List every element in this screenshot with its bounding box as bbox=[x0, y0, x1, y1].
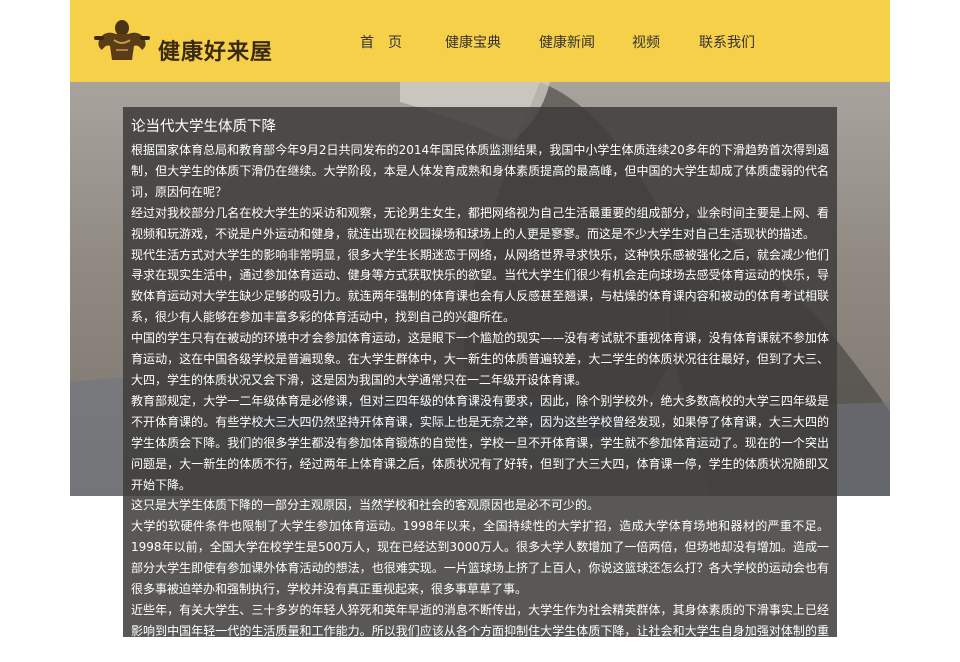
article-paragraph: 中国的学生只有在被动的环境中才会参加体育运动，这是眼下一个尴尬的现实——没有考试… bbox=[131, 331, 829, 387]
article-paragraph: 根据国家体育总局和教育部今年9月2日共同发布的2014年国民体质监测结果，我国中… bbox=[131, 143, 829, 199]
site-header: 健康好来屋 首 页 健康宝典 健康新闻 视频 联系我们 bbox=[70, 0, 890, 82]
nav-item-health-guide[interactable]: 健康宝典 bbox=[445, 32, 501, 52]
logo-text: 健康好来屋 bbox=[158, 40, 274, 65]
article-paragraph: 这只是大学生体质下降的一部分主观原因，当然学校和社会的客观原因也是必不可少的。 bbox=[131, 498, 600, 513]
site-logo[interactable]: 健康好来屋 bbox=[92, 12, 292, 68]
nav-item-health-news[interactable]: 健康新闻 bbox=[539, 32, 595, 52]
article-paragraph: 经过对我校部分几名在校大学生的采访和观察，无论男生女生，都把网络视为自己生活最重… bbox=[131, 205, 829, 241]
article-paragraph: 近些年，有关大学生、三十多岁的年轻人猝死和英年早逝的消息不断传出，大学生作为社会… bbox=[131, 602, 829, 637]
nav-item-home[interactable]: 首 页 bbox=[360, 32, 402, 52]
article-paragraph: 现代生活方式对大学生的影响非常明显，很多大学生长期迷恋于网络，从网络世界寻求快乐… bbox=[131, 247, 829, 325]
article-paragraph: 大学的软硬件条件也限制了大学生参加体育运动。1998年以来，全国持续性的大学扩招… bbox=[131, 519, 829, 597]
article-paragraph: 教育部规定，大学一二年级体育是必修课，但对三四年级的体育课没有要求，因此，除个别… bbox=[131, 393, 829, 492]
nav-item-video[interactable]: 视频 bbox=[632, 32, 660, 52]
article-title: 论当代大学生体质下降 bbox=[131, 119, 276, 135]
muscleman-icon bbox=[94, 20, 150, 60]
article-panel: 论当代大学生体质下降 根据国家体育总局和教育部今年9月2日共同发布的2014年国… bbox=[123, 107, 837, 637]
nav-item-contact[interactable]: 联系我们 bbox=[699, 32, 755, 52]
